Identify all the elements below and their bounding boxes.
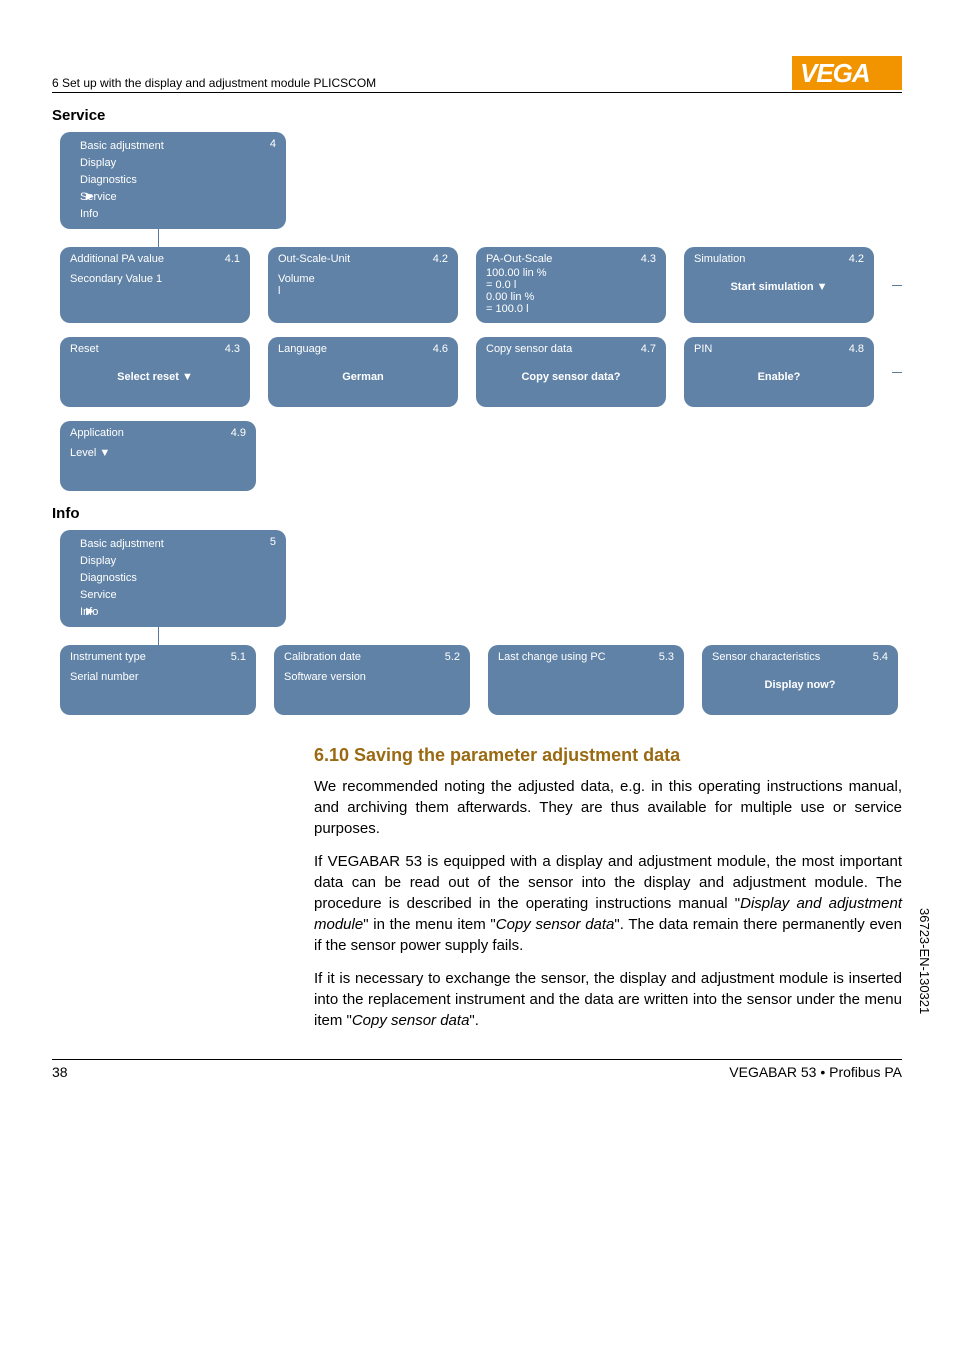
node-line: Secondary Value 1 bbox=[70, 273, 240, 285]
body-text-column: 6.10 Saving the parameter adjustment dat… bbox=[314, 745, 902, 1031]
node-idx: 4.3 bbox=[225, 343, 240, 355]
node-simulation: Simulation 4.2 Start simulation ▼ bbox=[684, 247, 874, 323]
info-row: Instrument type 5.1 Serial number Calibra… bbox=[60, 645, 902, 715]
node-pa-out-scale: PA-Out-Scale 4.3 100.00 lin % = 0.0 l 0.0… bbox=[476, 247, 666, 323]
node-action: Copy sensor data? bbox=[486, 371, 656, 383]
node-calibration-date: Calibration date 5.2 Software version bbox=[274, 645, 470, 715]
menu-item: Info bbox=[80, 206, 276, 223]
menu-index: 5 bbox=[270, 534, 276, 551]
text: ". bbox=[469, 1012, 479, 1029]
node-title: PA-Out-Scale bbox=[486, 253, 552, 265]
node-line: 100.00 lin % bbox=[486, 267, 656, 279]
node-line: Level ▼ bbox=[70, 447, 246, 459]
pointer-icon: ▶ bbox=[86, 604, 94, 620]
node-idx: 4.8 bbox=[849, 343, 864, 355]
node-last-change: Last change using PC 5.3 bbox=[488, 645, 684, 715]
node-action: Start simulation ▼ bbox=[694, 281, 864, 293]
node-idx: 4.3 bbox=[641, 253, 656, 265]
node-copy-sensor: Copy sensor data 4.7 Copy sensor data? bbox=[476, 337, 666, 407]
node-action: Select reset ▼ bbox=[70, 371, 240, 383]
text: " in the menu item " bbox=[363, 916, 496, 933]
connector bbox=[892, 372, 902, 373]
text-italic: Copy sensor data bbox=[496, 916, 615, 933]
svg-text:VEGA: VEGA bbox=[800, 58, 870, 88]
node-idx: 5.2 bbox=[445, 651, 460, 663]
node-idx: 4.7 bbox=[641, 343, 656, 355]
menu-item: Service bbox=[80, 587, 276, 604]
node-title: Instrument type bbox=[70, 651, 146, 663]
product-name: VEGABAR 53 • Profibus PA bbox=[729, 1064, 902, 1080]
node-pin: PIN 4.8 Enable? bbox=[684, 337, 874, 407]
node-idx: 5.1 bbox=[231, 651, 246, 663]
node-title: Reset bbox=[70, 343, 99, 355]
node-line: Software version bbox=[284, 671, 460, 683]
node-title: PIN bbox=[694, 343, 712, 355]
service-heading: Service bbox=[52, 107, 902, 124]
node-action: Display now? bbox=[712, 679, 888, 691]
connector bbox=[892, 285, 902, 286]
node-title: Calibration date bbox=[284, 651, 361, 663]
node-idx: 4.2 bbox=[849, 253, 864, 265]
service-menu-box: 4 Basic adjustment Display Diagnostics ▶… bbox=[60, 132, 286, 229]
node-idx: 5.4 bbox=[873, 651, 888, 663]
connector bbox=[60, 627, 256, 645]
node-title: Copy sensor data bbox=[486, 343, 572, 355]
menu-item: Display bbox=[80, 155, 276, 172]
node-title: Simulation bbox=[694, 253, 745, 265]
connector bbox=[60, 229, 256, 247]
node-title: Last change using PC bbox=[498, 651, 606, 663]
document-code: 36723-EN-130321 bbox=[917, 908, 932, 1014]
node-action: Enable? bbox=[694, 371, 864, 383]
node-line: = 100.0 l bbox=[486, 303, 656, 315]
node-title: Sensor characteristics bbox=[712, 651, 820, 663]
node-idx: 4.2 bbox=[433, 253, 448, 265]
node-title: Out-Scale-Unit bbox=[278, 253, 350, 265]
node-idx: 4.9 bbox=[231, 427, 246, 439]
service-row-3: Application 4.9 Level ▼ bbox=[60, 421, 902, 491]
node-idx: 4.1 bbox=[225, 253, 240, 265]
node-sensor-characteristics: Sensor characteristics 5.4 Display now? bbox=[702, 645, 898, 715]
section-heading-6-10: 6.10 Saving the parameter adjustment dat… bbox=[314, 745, 902, 766]
vega-logo: VEGA bbox=[792, 56, 902, 90]
service-row-1: Additional PA value 4.1 Secondary Value 1… bbox=[60, 247, 902, 323]
menu-item: Basic adjustment bbox=[80, 138, 276, 155]
node-line: Serial number bbox=[70, 671, 246, 683]
body-paragraph: If VEGABAR 53 is equipped with a display… bbox=[314, 851, 902, 956]
menu-item: Diagnostics bbox=[80, 570, 276, 587]
node-reset: Reset 4.3 Select reset ▼ bbox=[60, 337, 250, 407]
info-heading: Info bbox=[52, 505, 902, 522]
node-idx: 4.6 bbox=[433, 343, 448, 355]
node-title: Language bbox=[278, 343, 327, 355]
page-header: 6 Set up with the display and adjustment… bbox=[52, 56, 902, 93]
body-paragraph: We recommended noting the adjusted data,… bbox=[314, 776, 902, 839]
text-italic: Copy sensor data bbox=[352, 1012, 470, 1029]
node-line: 0.00 lin % bbox=[486, 291, 656, 303]
page-footer: 38 VEGABAR 53 • Profibus PA bbox=[52, 1059, 902, 1080]
node-language: Language 4.6 German bbox=[268, 337, 458, 407]
node-additional-pa: Additional PA value 4.1 Secondary Value 1 bbox=[60, 247, 250, 323]
node-idx: 5.3 bbox=[659, 651, 674, 663]
body-paragraph: If it is necessary to exchange the senso… bbox=[314, 968, 902, 1031]
info-menu-box: 5 Basic adjustment Display Diagnostics S… bbox=[60, 530, 286, 627]
node-application: Application 4.9 Level ▼ bbox=[60, 421, 256, 491]
node-out-scale-unit: Out-Scale-Unit 4.2 Volume l bbox=[268, 247, 458, 323]
menu-item: Display bbox=[80, 553, 276, 570]
node-line: l bbox=[278, 285, 448, 297]
node-title: Additional PA value bbox=[70, 253, 164, 265]
info-diagram: 5 Basic adjustment Display Diagnostics S… bbox=[60, 530, 902, 715]
service-diagram: 4 Basic adjustment Display Diagnostics ▶… bbox=[60, 132, 902, 491]
node-line: Volume bbox=[278, 273, 448, 285]
header-breadcrumb: 6 Set up with the display and adjustment… bbox=[52, 76, 376, 90]
node-title: Application bbox=[70, 427, 124, 439]
service-row-2: Reset 4.3 Select reset ▼ Language 4.6 Germ… bbox=[60, 337, 902, 407]
node-action: German bbox=[278, 371, 448, 383]
node-line: = 0.0 l bbox=[486, 279, 656, 291]
pointer-icon: ▶ bbox=[86, 189, 94, 205]
menu-item: Basic adjustment bbox=[80, 536, 276, 553]
node-instrument-type: Instrument type 5.1 Serial number bbox=[60, 645, 256, 715]
menu-item: Diagnostics bbox=[80, 172, 276, 189]
page-number: 38 bbox=[52, 1064, 68, 1080]
menu-index: 4 bbox=[270, 136, 276, 153]
